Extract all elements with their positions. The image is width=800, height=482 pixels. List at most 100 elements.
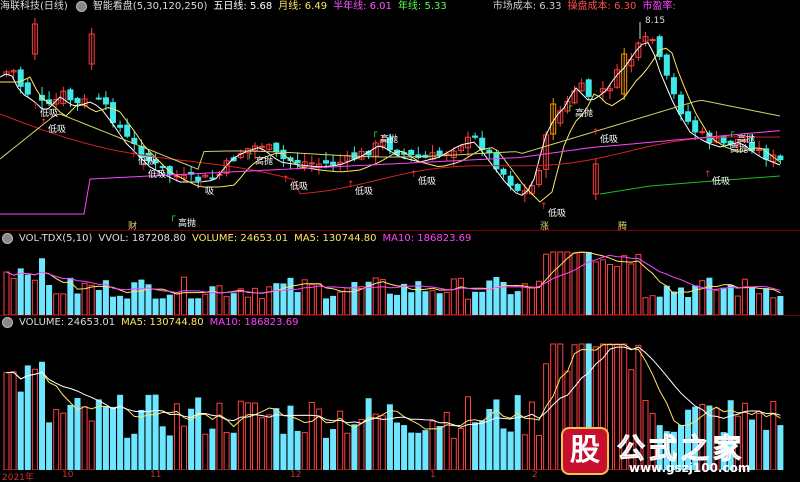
volume-bar (159, 298, 166, 315)
volume-bar (173, 292, 180, 315)
volume-bar (287, 277, 294, 315)
volume-bar (443, 411, 450, 470)
volume-bar (670, 291, 677, 315)
volume-bar (138, 409, 145, 470)
volume-bar (436, 426, 443, 470)
signal-label: 高抛 (575, 109, 594, 119)
signal-label: 低吸 (548, 209, 567, 219)
volume-bar (543, 363, 550, 470)
volume-bar (145, 394, 152, 470)
volume-bar (88, 284, 95, 315)
volume-bar (259, 298, 266, 315)
volume-bar (699, 280, 706, 315)
volume-bar (571, 252, 578, 315)
buy-arrow-icon: ↑ (130, 150, 138, 160)
volume-bar (450, 437, 457, 470)
volume-bar (663, 285, 670, 315)
volume-bar (422, 291, 429, 315)
indicator-name[interactable]: 智能看盘(5,30,120,250) (93, 1, 208, 12)
volume-bar (507, 294, 514, 315)
vol-tdx-chart[interactable] (0, 245, 800, 315)
volume-bar (166, 294, 173, 315)
volume-bar (266, 414, 273, 470)
volume-bar (557, 251, 564, 315)
vol-tdx-ma10: MA10: 186823.69 (382, 233, 472, 244)
volume-bar (209, 428, 216, 470)
volume-bar (195, 397, 202, 470)
volume-bar (415, 281, 422, 315)
volume-bar (763, 288, 770, 315)
ma250-line (599, 175, 781, 195)
volume-bar (607, 264, 613, 315)
volume-bar (379, 279, 386, 315)
volume-bar (528, 286, 535, 315)
volume-gear-icon[interactable] (2, 316, 13, 328)
vol-tdx-name[interactable]: VOL-TDX(5,10) (19, 233, 92, 244)
volume-bar (486, 280, 493, 315)
volume-bar (181, 276, 187, 315)
buy-arrow-icon: ↑ (197, 180, 205, 190)
buy-arrow-icon: ↑ (40, 118, 48, 128)
volume-bar (777, 295, 784, 315)
candle-body (308, 162, 315, 165)
watermark-badge: 股 (561, 427, 609, 475)
volume-bar (429, 290, 436, 315)
vol-tdx-volume: VOLUME: 24653.01 (191, 233, 289, 244)
volume-bar (408, 432, 415, 470)
volume-bar (88, 420, 95, 470)
candle-body (585, 79, 592, 97)
signal-label: 低吸 (355, 187, 374, 197)
volume-bar (713, 289, 720, 315)
settings-gear-icon[interactable] (75, 0, 87, 12)
volume-bar (216, 285, 223, 315)
volume-bar (230, 432, 237, 470)
volume-bar (472, 422, 479, 470)
volume-bar (685, 297, 692, 315)
volume-bar (386, 404, 393, 470)
candle-body (17, 69, 24, 87)
stock-title[interactable]: 海联科技(日线) (0, 1, 68, 12)
volume-bar (415, 432, 422, 470)
volume-bar (39, 361, 45, 470)
volume-bar (259, 417, 266, 470)
candle-body (294, 159, 301, 164)
volume-bar (528, 401, 535, 470)
volume-bar (294, 292, 301, 315)
volume-bar (564, 251, 571, 315)
volume-bar (195, 298, 202, 315)
volume-bar (223, 432, 230, 470)
volume-bar (493, 277, 500, 315)
watermark-logo: 股 公式之家 www.gszj100.com (555, 425, 800, 482)
volume-bar (628, 263, 635, 315)
volume-bar (17, 268, 24, 315)
volume-bar (3, 271, 10, 315)
volume-bar (188, 298, 195, 315)
volume-bar (202, 433, 209, 470)
volume-bar (237, 288, 244, 315)
sell-arrow-icon: ┌ (567, 102, 573, 112)
candle-body (756, 148, 763, 151)
volume-bar (521, 434, 528, 470)
candle-body (649, 39, 656, 42)
volume-bar (280, 433, 287, 470)
volume-bar (741, 278, 748, 315)
candle-body (663, 54, 670, 76)
signal-label: 高抛 (178, 219, 197, 229)
volume-bar (330, 429, 337, 470)
vol-tdx-gear-icon[interactable] (2, 232, 13, 244)
volume-bar (394, 422, 400, 470)
vol-tdx-ma5: MA5: 130744.80 (294, 233, 377, 244)
volume-bar (117, 295, 124, 315)
volume-bar (443, 291, 450, 315)
volume-bar (521, 283, 528, 315)
volume-bar (244, 296, 251, 315)
candle-body (699, 131, 706, 134)
volume-bar (301, 279, 308, 315)
signal-label: 高抛 (730, 145, 749, 155)
price-chart[interactable] (0, 14, 800, 230)
volume-bar (408, 292, 415, 315)
volume-bar (379, 415, 386, 470)
sell-arrow-icon: ┌ (372, 128, 378, 138)
volume-bar (727, 284, 734, 315)
axis-tick-label: 2021年 (2, 473, 34, 482)
